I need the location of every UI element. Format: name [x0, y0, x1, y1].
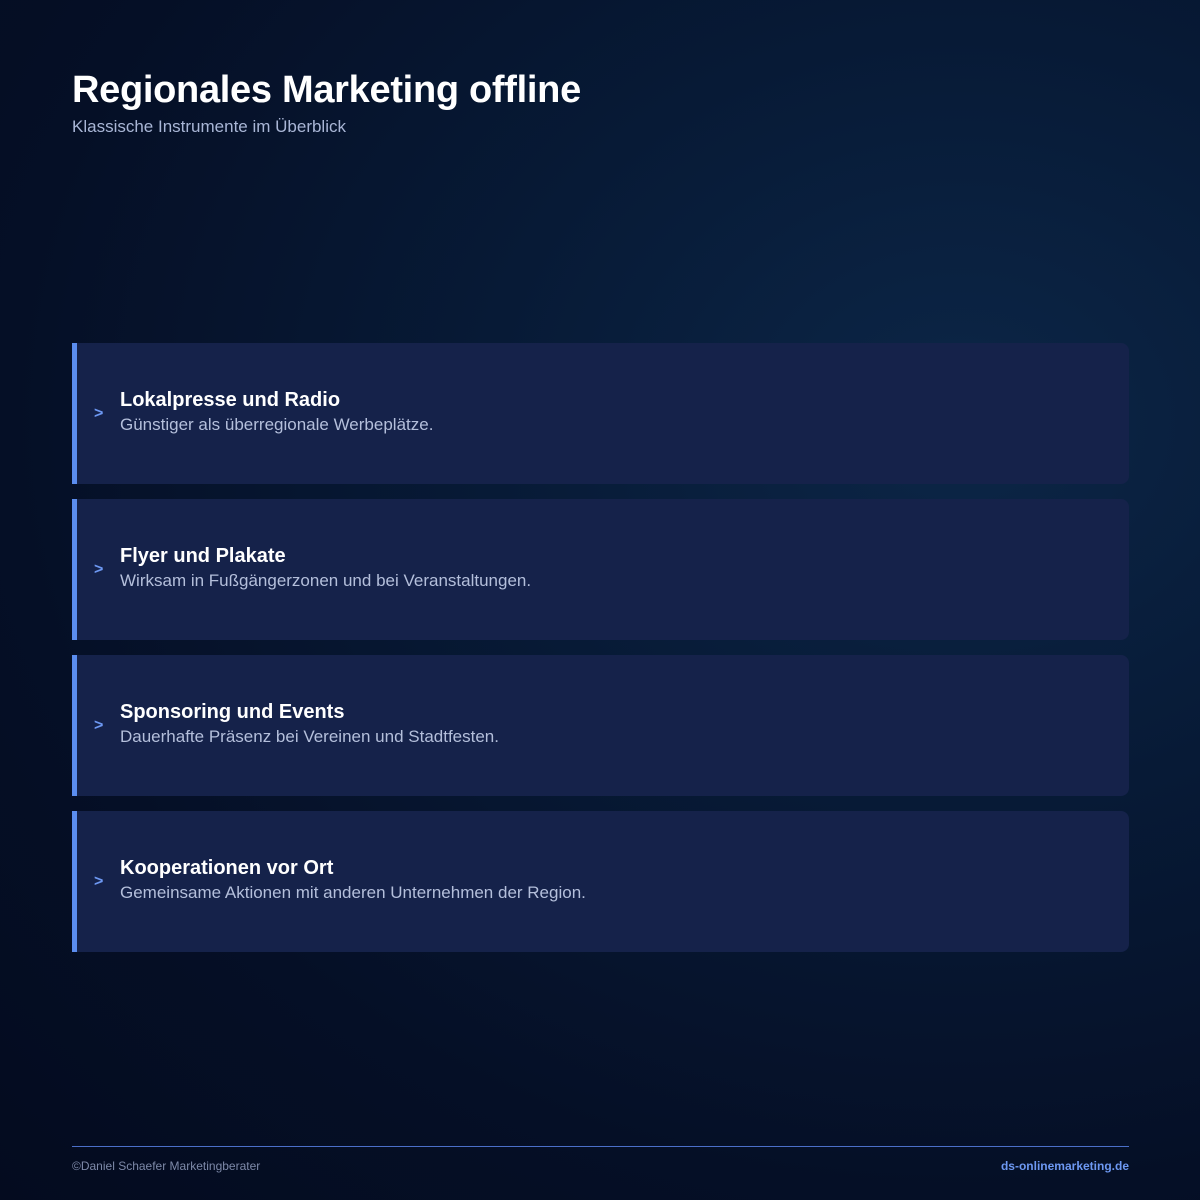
item-description: Günstiger als überregionale Werbeplätze. — [120, 415, 434, 434]
chevron-right-icon: > — [94, 873, 104, 890]
item-description: Dauerhafte Präsenz bei Vereinen und Stad… — [120, 727, 499, 746]
item-title: Lokalpresse und Radio — [120, 389, 341, 411]
list-item-sponsoring: > Sponsoring und Events Dauerhafte Präse… — [72, 655, 1129, 796]
item-title: Sponsoring und Events — [120, 701, 345, 723]
page-header: Regionales Marketing offline Klassische … — [72, 66, 581, 138]
footer-copyright: ©Daniel Schaefer Marketingberater — [72, 1159, 261, 1173]
page-subtitle: Klassische Instrumente im Überblick — [72, 117, 346, 136]
list-item-flyer: > Flyer und Plakate Wirksam in Fußgänger… — [72, 499, 1129, 640]
chevron-right-icon: > — [94, 561, 104, 578]
item-description: Gemeinsame Aktionen mit anderen Unterneh… — [120, 883, 586, 902]
instrument-list: > Lokalpresse und Radio Günstiger als üb… — [72, 343, 1129, 967]
list-item-kooperationen: > Kooperationen vor Ort Gemeinsame Aktio… — [72, 811, 1129, 952]
footer-website-link[interactable]: ds-onlinemarketing.de — [1001, 1158, 1129, 1174]
item-title: Flyer und Plakate — [120, 545, 286, 567]
chevron-right-icon: > — [94, 717, 104, 734]
item-description: Wirksam in Fußgängerzonen und bei Verans… — [120, 571, 532, 590]
item-title: Kooperationen vor Ort — [120, 857, 334, 879]
footer-divider — [72, 1146, 1129, 1147]
page-title: Regionales Marketing offline — [72, 69, 581, 111]
list-item-lokalpresse: > Lokalpresse und Radio Günstiger als üb… — [72, 343, 1129, 484]
chevron-right-icon: > — [94, 405, 104, 422]
